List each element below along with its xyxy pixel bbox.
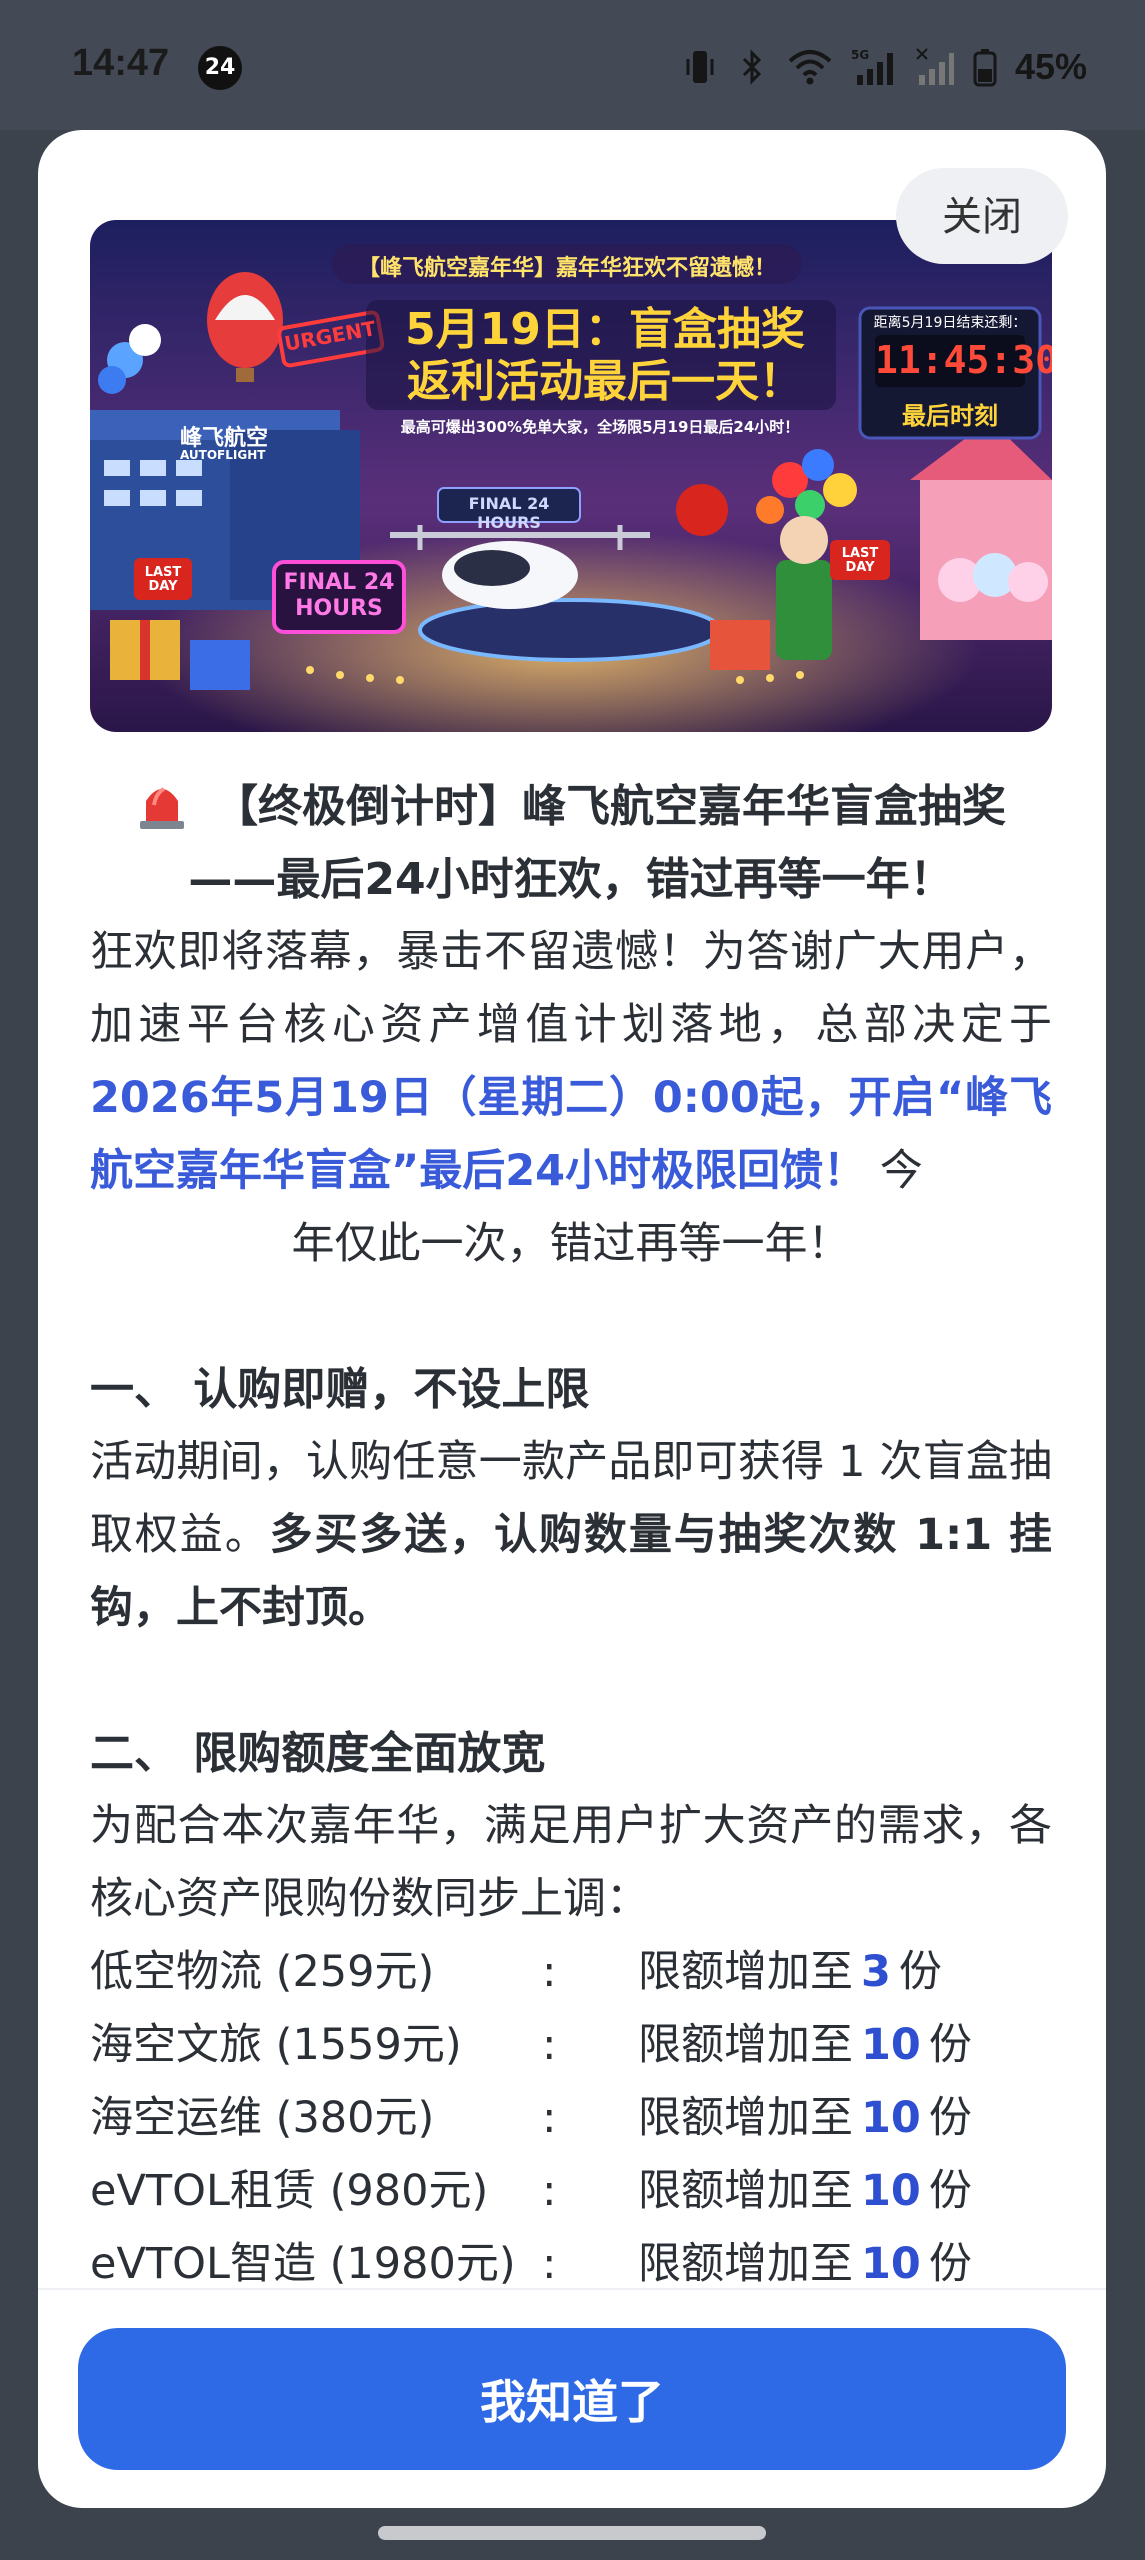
section-1-title: 一、 认购即赠，不设上限 bbox=[90, 1364, 590, 1415]
close-button[interactable]: 关闭 bbox=[896, 168, 1068, 264]
section-2-text: 为配合本次嘉年华，满足用户扩大资产的需求，各核心资产限购份数同步上调： bbox=[90, 1801, 1052, 1924]
banner-countdown-label: 距离5月19日结束还剩： bbox=[873, 315, 1027, 331]
intro-closing: 年仅此一次，错过再等一年！ bbox=[291, 1219, 851, 1269]
bluetooth-icon bbox=[735, 47, 769, 87]
siren-icon bbox=[136, 775, 188, 831]
confirm-button[interactable]: 我知道了 bbox=[78, 2328, 1066, 2470]
limit-list: 低空物流 (259元): 限额增加至 3 份 海空文旅 (1559元): 限额增加至 10… bbox=[90, 1936, 1052, 2301]
section-2-title: 二、 限购额度全面放宽 bbox=[90, 1728, 546, 1779]
banner-headline-1: 5月19日：盲盒抽奖 bbox=[405, 304, 805, 355]
vibrate-icon bbox=[683, 47, 717, 87]
title-line-2: ——最后24小时狂欢，错过再等一年！ bbox=[188, 854, 954, 905]
promo-banner: 【峰飞航空嘉年华】嘉年华狂欢不留遗憾！ URGENT 5月19日：盲盒抽奖 返利… bbox=[90, 220, 1052, 732]
banner-top-headline: 【峰飞航空嘉年华】嘉年华狂欢不留遗憾！ bbox=[357, 256, 776, 281]
footer-divider bbox=[38, 2288, 1106, 2290]
banner-last-day-tag-right: LAST DAY bbox=[841, 546, 879, 575]
intro-paragraph: 狂欢即将落幕，暴击不留遗憾！为答谢广大用户，加速平台核心资产增值计划落地，总部决… bbox=[90, 916, 1052, 1208]
banner-countdown: 11:45:30 bbox=[875, 338, 1052, 382]
svg-text:5G: 5G bbox=[851, 48, 869, 62]
intro-text: 狂欢即将落幕，暴击不留遗憾！为答谢广大用户，加速平台核心资产增值计划落地，总部决… bbox=[90, 927, 1052, 1050]
limit-row: 海空运维 (380元): 限额增加至 10 份 bbox=[90, 2093, 972, 2143]
banner-final-24-plaque: FINAL 24 HOURS bbox=[468, 494, 550, 532]
limit-row: eVTOL智造 (1980元): 限额增加至 10 份 bbox=[90, 2239, 972, 2289]
limit-row: 海空文旅 (1559元): 限额增加至 10 份 bbox=[90, 2020, 972, 2070]
banner-subline: 最高可爆出300%免单大家，全场限5月19日最后24小时！ bbox=[400, 418, 800, 436]
intro-tail: 今 bbox=[879, 1146, 923, 1196]
battery-icon bbox=[973, 47, 997, 87]
status-icons: 5G 45% bbox=[683, 42, 1087, 92]
banner-headline-2: 返利活动最后一天！ bbox=[407, 356, 803, 407]
banner-brand-en: AUTOFLIGHT bbox=[180, 448, 266, 462]
home-indicator[interactable] bbox=[378, 2526, 766, 2540]
limit-row: 低空物流 (259元): 限额增加至 3 份 bbox=[90, 1947, 942, 1997]
banner-final-24-neon: FINAL 24 HOURS bbox=[283, 570, 395, 621]
notification-badge: 24 bbox=[198, 46, 242, 90]
announcement-content: 【终极倒计时】峰飞航空嘉年华盲盒抽奖 ——最后24小时狂欢，错过再等一年！ 狂欢… bbox=[90, 770, 1052, 2410]
signal-icon bbox=[915, 47, 955, 87]
section-1-body: 活动期间，认购任意一款产品即可获得 1 次盲盒抽取权益。多买多送，认购数量与抽奖… bbox=[90, 1426, 1052, 1645]
limit-row: eVTOL租赁 (980元): 限额增加至 10 份 bbox=[90, 2166, 972, 2216]
status-bar: 14:47 24 5G 45% bbox=[0, 0, 1145, 130]
banner-last-day-tag: LAST DAY bbox=[144, 565, 182, 594]
battery-percent: 45% bbox=[1014, 46, 1087, 87]
announcement-modal: 【峰飞航空嘉年华】嘉年华狂欢不留遗憾！ URGENT 5月19日：盲盒抽奖 返利… bbox=[38, 130, 1106, 2508]
banner-last-moment: 最后时刻 bbox=[902, 402, 998, 430]
status-time: 14:47 bbox=[72, 42, 170, 84]
signal-5g-icon: 5G bbox=[851, 47, 897, 87]
wifi-icon bbox=[787, 47, 833, 87]
announcement-title: 【终极倒计时】峰飞航空嘉年华盲盒抽奖 bbox=[90, 770, 1052, 843]
title-line-1: 【终极倒计时】峰飞航空嘉年华盲盒抽奖 bbox=[214, 781, 1006, 832]
